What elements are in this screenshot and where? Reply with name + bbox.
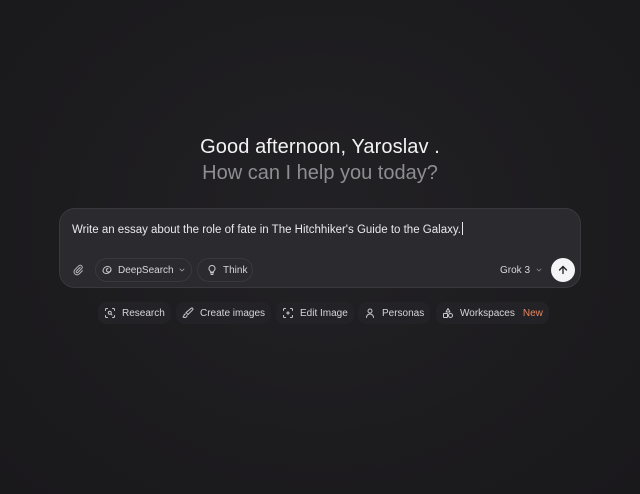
new-badge: New: [522, 307, 543, 319]
deepsearch-toggle[interactable]: DeepSearch: [95, 258, 192, 282]
edit-image-label: Edit Image: [300, 307, 348, 319]
model-selector[interactable]: Grok 3: [500, 258, 543, 282]
greeting-title: Good afternoon, Yaroslav .: [200, 136, 440, 158]
workspaces-button[interactable]: Workspaces New: [436, 302, 549, 324]
create-images-label: Create images: [200, 307, 266, 319]
deepsearch-dropdown[interactable]: [174, 259, 191, 281]
chevron-down-icon: [535, 266, 543, 274]
composer-toolbar: DeepSearch Think Grok 3: [60, 258, 580, 282]
shapes-icon: [442, 307, 454, 319]
image-scan-icon: [282, 307, 294, 319]
lightbulb-icon: [206, 264, 218, 276]
edit-image-button[interactable]: Edit Image: [276, 302, 354, 324]
send-button[interactable]: [551, 258, 575, 282]
greeting-subtitle: How can I help you today?: [202, 162, 438, 184]
create-images-button[interactable]: Create images: [176, 302, 272, 324]
prompt-input[interactable]: Write an essay about the role of fate in…: [72, 222, 463, 236]
arrow-up-icon: [557, 264, 569, 276]
research-button[interactable]: Research: [98, 302, 171, 324]
personas-button[interactable]: Personas: [358, 302, 431, 324]
deepsearch-label: DeepSearch: [118, 264, 174, 276]
deepsearch-button[interactable]: DeepSearch: [96, 259, 174, 281]
model-label: Grok 3: [500, 264, 531, 276]
think-label: Think: [223, 264, 248, 276]
prompt-composer[interactable]: Write an essay about the role of fate in…: [59, 208, 581, 288]
greeting: Good afternoon, Yaroslav . How can I hel…: [0, 134, 640, 186]
prompt-input-text: Write an essay about the role of fate in…: [72, 224, 461, 236]
quick-actions: Research Create images Edit Image Person…: [0, 302, 640, 324]
person-icon: [364, 307, 376, 319]
think-toggle[interactable]: Think: [197, 258, 253, 282]
paperclip-icon: [72, 264, 84, 276]
text-caret: [461, 222, 463, 235]
paintbrush-icon: [182, 307, 194, 319]
personas-label: Personas: [382, 307, 425, 319]
research-label: Research: [122, 307, 165, 319]
scan-search-icon: [104, 307, 116, 319]
attach-button[interactable]: [66, 258, 90, 282]
deepsearch-swirl-icon: [101, 264, 113, 276]
workspaces-label: Workspaces: [460, 307, 515, 319]
chevron-down-icon: [178, 266, 186, 274]
page: Good afternoon, Yaroslav . How can I hel…: [0, 0, 640, 494]
